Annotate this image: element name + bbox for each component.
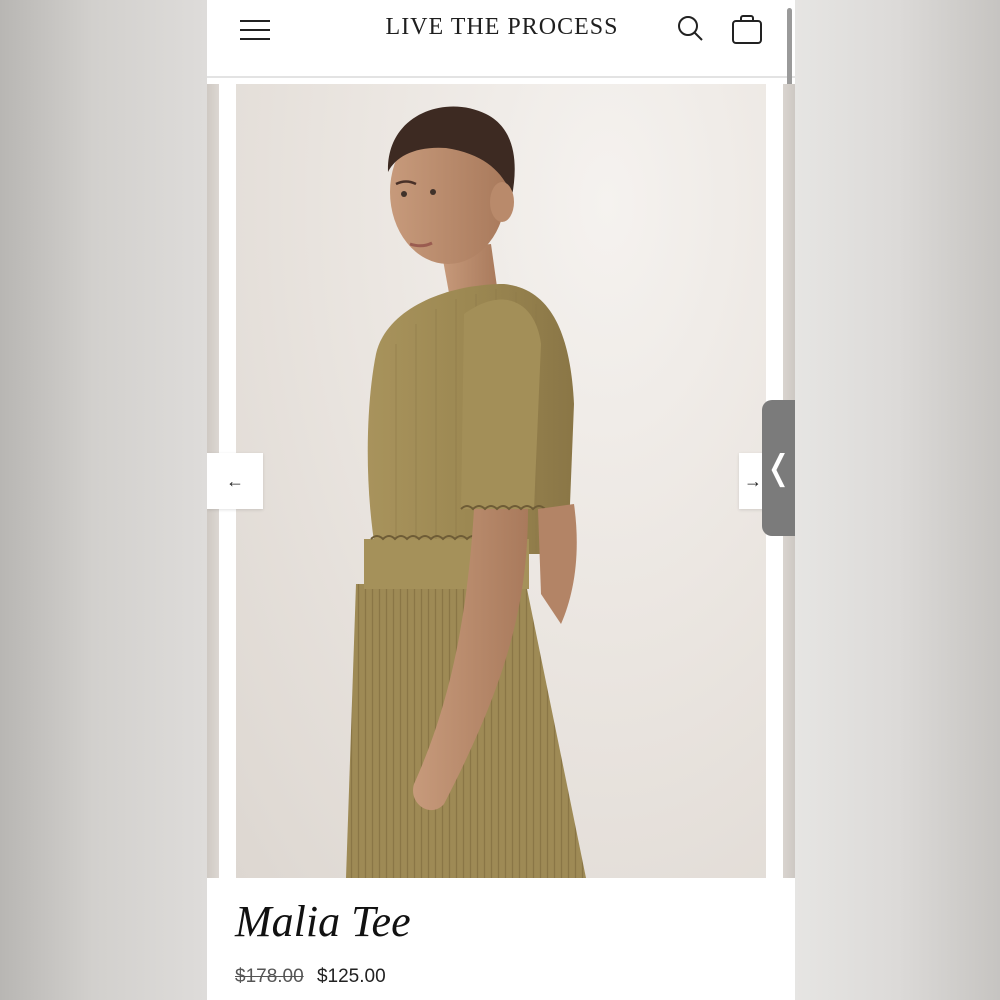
hamburger-menu-icon[interactable] (240, 17, 272, 41)
shopping-bag-icon[interactable] (730, 12, 764, 46)
brand-logo[interactable]: LIVE THE PROCESS (337, 14, 667, 41)
sale-price: $125.00 (316, 966, 386, 987)
arrow-left-icon: ← (226, 470, 244, 491)
search-icon[interactable] (676, 14, 706, 44)
product-gallery[interactable]: ← → (207, 84, 795, 878)
background-left (0, 0, 207, 1000)
model-illustration (346, 106, 586, 878)
phone-screen: LIVE THE PROCESS ← → Malia Tee $178.00 $… (207, 0, 795, 1000)
gallery-prev-button[interactable]: ← (207, 453, 263, 509)
arrow-right-icon: → (744, 470, 762, 491)
side-panel-tab[interactable]: ❬ (762, 400, 795, 536)
price-row: $178.00 $125.00 (235, 966, 386, 988)
site-header: LIVE THE PROCESS (207, 0, 795, 78)
background-right (795, 0, 1000, 1000)
chevron-left-icon: ❬ (764, 448, 793, 488)
product-title: Malia Tee (235, 897, 411, 946)
original-price: $178.00 (235, 966, 304, 987)
model-photo (236, 84, 766, 878)
